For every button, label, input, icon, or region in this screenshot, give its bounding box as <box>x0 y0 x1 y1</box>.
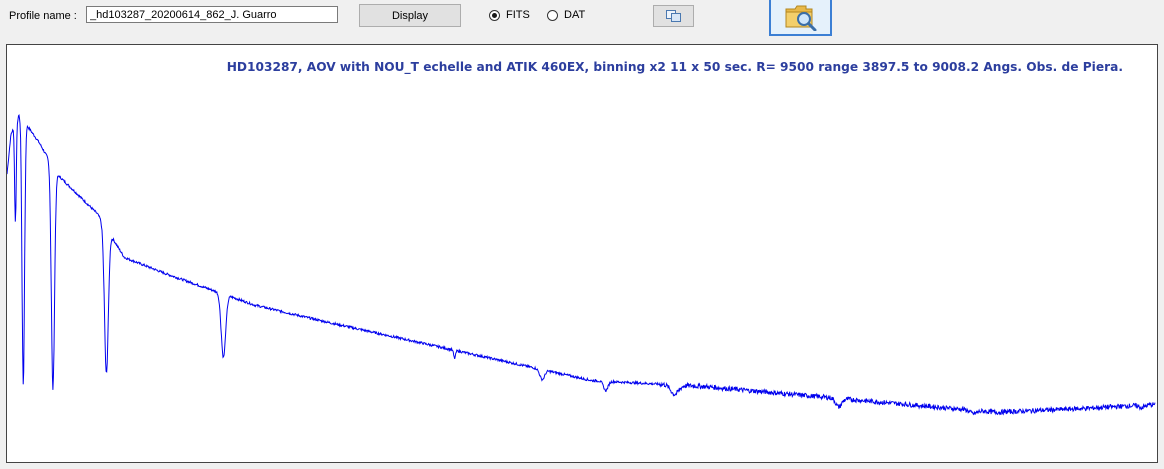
spectrum-chart <box>7 114 1156 416</box>
toolbar: Profile name : Display FITS DAT <box>0 0 1164 44</box>
open-file-button[interactable] <box>769 0 832 36</box>
profile-name-input[interactable] <box>86 6 338 23</box>
fits-radio-label: FITS <box>506 9 530 21</box>
folder-search-icon <box>785 5 816 31</box>
spectrum-series-line <box>7 114 1156 416</box>
dat-radio-dot[interactable] <box>547 9 558 21</box>
profile-name-label: Profile name : <box>9 10 77 22</box>
fits-radio[interactable]: FITS <box>489 9 530 21</box>
dat-radio[interactable]: DAT <box>547 9 585 21</box>
copy-button[interactable] <box>653 5 694 27</box>
fits-radio-dot[interactable] <box>489 9 500 21</box>
spectrum-plot[interactable]: HD103287, AOV with NOU_T echelle and ATI… <box>6 44 1158 463</box>
dat-radio-label: DAT <box>564 9 586 21</box>
display-button[interactable]: Display <box>359 4 461 27</box>
copy-icon <box>665 10 681 22</box>
